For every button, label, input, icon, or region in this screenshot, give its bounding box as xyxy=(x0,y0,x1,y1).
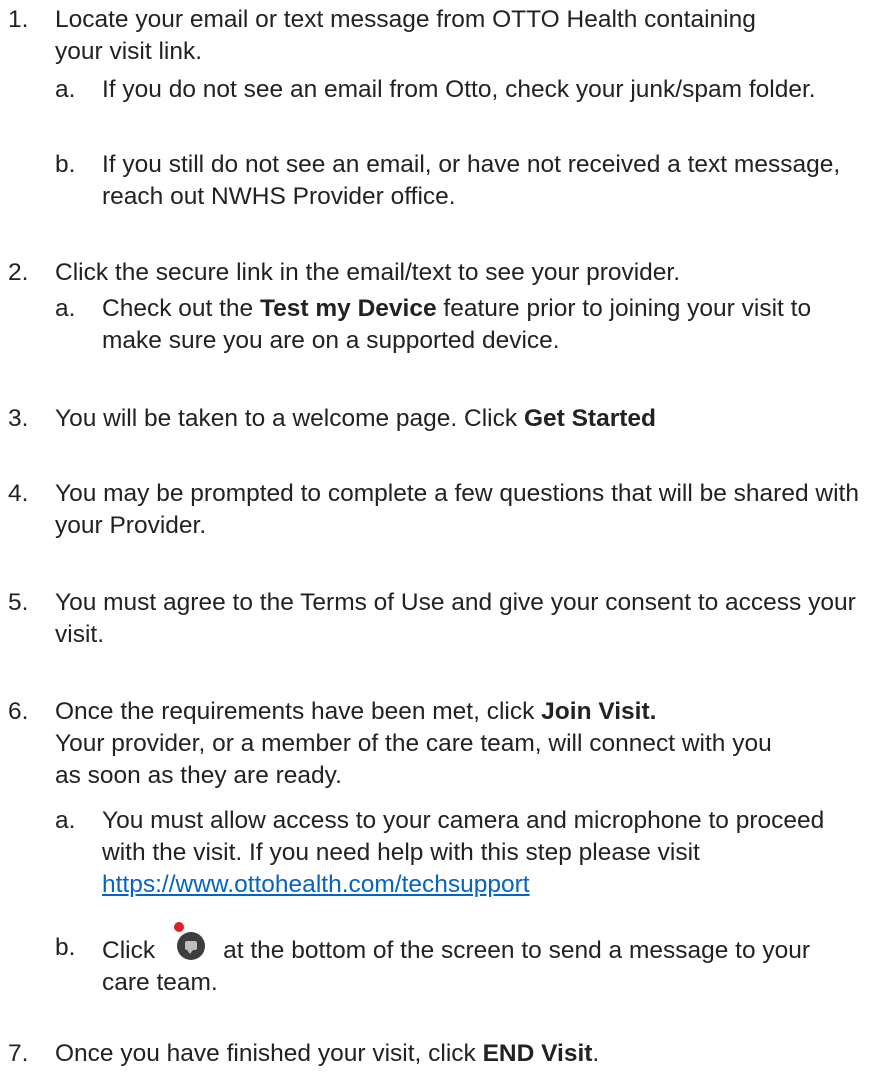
sub-letter: a. xyxy=(55,807,76,834)
step-text: Once the requirements have been met, cli… xyxy=(55,696,775,792)
sub-letter: b. xyxy=(55,934,76,961)
step-number: 6. xyxy=(8,698,29,725)
end-visit-label: END Visit xyxy=(482,1040,593,1067)
step-text-pre: You will be taken to a welcome page. Cli… xyxy=(55,405,524,432)
sub-letter: a. xyxy=(55,76,76,103)
test-my-device-label: Test my Device xyxy=(259,295,437,322)
step-number: 4. xyxy=(8,480,29,507)
step-number: 7. xyxy=(8,1040,29,1067)
techsupport-link[interactable]: https://www.ottohealth.com/techsupport xyxy=(102,871,530,898)
sub-text: You must allow access to your camera and… xyxy=(102,805,837,901)
sub-text: Check out the Test my Device feature pri… xyxy=(102,293,862,357)
join-visit-label: Join Visit. xyxy=(541,698,657,725)
step-number: 3. xyxy=(8,405,29,432)
step-text-pre: Once you have finished your visit, click xyxy=(55,1040,483,1067)
step-text: You must agree to the Terms of Use and g… xyxy=(55,589,856,648)
notification-badge xyxy=(174,922,185,932)
sub-text-pre: Click xyxy=(102,937,156,964)
sub-text-post: at the bottom of the screen to send a me… xyxy=(102,937,811,996)
step-text: Locate your email or text message from O… xyxy=(55,6,756,65)
step-number: 1. xyxy=(8,6,29,33)
sub-text-pre: You must allow access to your camera and… xyxy=(102,807,825,866)
sub-text: If you still do not see an email, or hav… xyxy=(102,151,841,210)
step-text-pre: Once the requirements have been met, cli… xyxy=(55,698,542,725)
sub-letter: a. xyxy=(55,295,76,322)
step-text-post: . xyxy=(592,1040,600,1067)
step-text: You may be prompted to complete a few qu… xyxy=(55,480,859,539)
step-text: You will be taken to a welcome page. Cli… xyxy=(55,403,865,435)
step-text: Once you have finished your visit, click… xyxy=(55,1038,865,1070)
step-text-post: Your provider, or a member of the care t… xyxy=(55,730,772,789)
step-number: 5. xyxy=(8,589,29,616)
sub-text: If you do not see an email from Otto, ch… xyxy=(102,76,816,103)
sub-text-pre: Check out the xyxy=(102,295,260,322)
get-started-label: Get Started xyxy=(523,405,656,432)
step-number: 2. xyxy=(8,259,29,286)
sub-letter: b. xyxy=(55,151,76,178)
step-text: Click the secure link in the email/text … xyxy=(55,259,681,286)
sub-text: Click at the bottom of the screen to send… xyxy=(102,922,862,999)
chat-icon xyxy=(174,922,206,960)
chat-bubble-glyph xyxy=(185,941,198,954)
instructions-page: 1. Locate your email or text message fro… xyxy=(0,0,869,1085)
